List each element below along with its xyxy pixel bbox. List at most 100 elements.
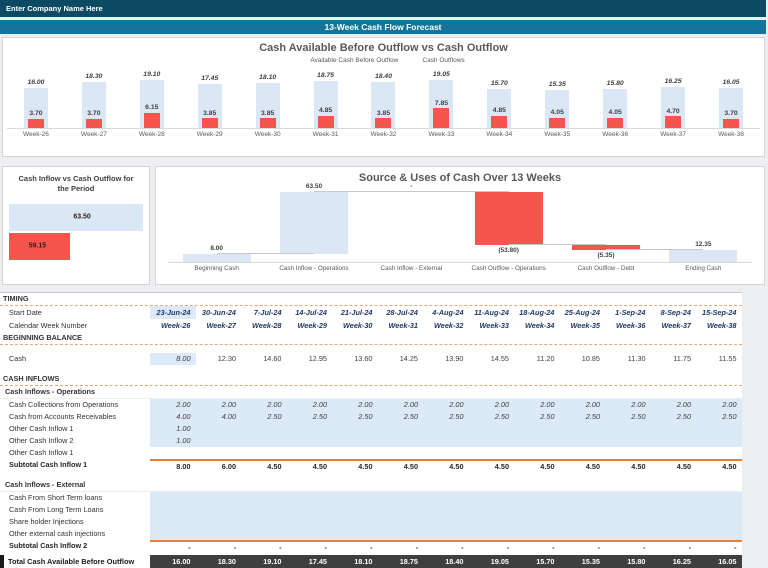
input-cell[interactable]: [241, 435, 287, 447]
input-cell[interactable]: 2.00: [468, 399, 514, 411]
input-cell[interactable]: 2.50: [377, 411, 423, 423]
input-cell[interactable]: 2.50: [468, 411, 514, 423]
input-cell[interactable]: [514, 504, 560, 516]
input-cell[interactable]: [195, 492, 241, 504]
input-cell[interactable]: [650, 528, 696, 540]
input-cell[interactable]: 2.50: [241, 411, 287, 423]
input-cell[interactable]: 1.00: [150, 423, 196, 435]
input-cell[interactable]: [423, 504, 469, 516]
input-cell[interactable]: [195, 423, 241, 435]
input-cell[interactable]: [696, 435, 742, 447]
input-cell[interactable]: [650, 504, 696, 516]
input-cell[interactable]: [514, 423, 560, 435]
input-cell[interactable]: [696, 516, 742, 528]
input-cell[interactable]: 2.00: [195, 399, 241, 411]
input-cell[interactable]: 2.00: [150, 399, 196, 411]
input-cell[interactable]: [650, 492, 696, 504]
input-cell[interactable]: [650, 516, 696, 528]
input-cell[interactable]: [286, 516, 332, 528]
input-cell[interactable]: [332, 528, 378, 540]
date-cell[interactable]: 23-Jun-24: [150, 306, 196, 319]
input-cell[interactable]: [195, 504, 241, 516]
input-cell[interactable]: [514, 516, 560, 528]
input-cell[interactable]: [150, 516, 196, 528]
input-cell[interactable]: [559, 528, 605, 540]
input-cell[interactable]: 4.00: [195, 411, 241, 423]
input-cell[interactable]: 2.00: [286, 399, 332, 411]
input-cell[interactable]: 2.50: [605, 411, 651, 423]
input-cell[interactable]: [559, 423, 605, 435]
input-cell[interactable]: [696, 528, 742, 540]
input-cell[interactable]: [559, 516, 605, 528]
input-cell[interactable]: [468, 435, 514, 447]
input-cell[interactable]: [150, 504, 196, 516]
input-cell[interactable]: [377, 435, 423, 447]
input-cell[interactable]: [468, 516, 514, 528]
input-cell[interactable]: [514, 492, 560, 504]
input-cell[interactable]: [377, 492, 423, 504]
input-cell[interactable]: 4.00: [150, 411, 196, 423]
input-cell[interactable]: [377, 504, 423, 516]
value-cell[interactable]: 8.00: [150, 353, 196, 365]
input-cell[interactable]: [468, 528, 514, 540]
input-cell[interactable]: 2.00: [423, 399, 469, 411]
input-cell[interactable]: [559, 435, 605, 447]
input-cell[interactable]: [423, 528, 469, 540]
input-cell[interactable]: 2.00: [650, 399, 696, 411]
input-cell[interactable]: [650, 423, 696, 435]
input-cell[interactable]: 2.00: [559, 399, 605, 411]
input-cell[interactable]: [150, 528, 196, 540]
input-cell[interactable]: [195, 435, 241, 447]
input-cell[interactable]: 2.50: [696, 411, 742, 423]
input-cell[interactable]: 2.50: [559, 411, 605, 423]
input-cell[interactable]: [241, 423, 287, 435]
input-cell[interactable]: [605, 504, 651, 516]
input-cell[interactable]: [423, 423, 469, 435]
input-cell[interactable]: [423, 492, 469, 504]
input-cell[interactable]: [559, 504, 605, 516]
input-cell[interactable]: [241, 492, 287, 504]
input-cell[interactable]: [195, 528, 241, 540]
input-cell[interactable]: 2.50: [514, 411, 560, 423]
input-cell[interactable]: [468, 504, 514, 516]
input-cell[interactable]: 2.00: [696, 399, 742, 411]
input-cell[interactable]: [468, 423, 514, 435]
input-cell[interactable]: [332, 492, 378, 504]
input-cell[interactable]: [605, 435, 651, 447]
input-cell[interactable]: [332, 504, 378, 516]
input-cell[interactable]: [650, 435, 696, 447]
input-cell[interactable]: 2.00: [377, 399, 423, 411]
input-cell[interactable]: [605, 528, 651, 540]
input-cell[interactable]: [286, 504, 332, 516]
input-cell[interactable]: [696, 492, 742, 504]
input-cell[interactable]: [286, 423, 332, 435]
input-cell[interactable]: [423, 435, 469, 447]
input-cell[interactable]: [332, 435, 378, 447]
input-cell[interactable]: [605, 492, 651, 504]
input-cell[interactable]: 2.00: [241, 399, 287, 411]
company-name-input[interactable]: Enter Company Name Here: [0, 0, 766, 17]
input-cell[interactable]: [332, 423, 378, 435]
input-cell[interactable]: [605, 423, 651, 435]
input-cell[interactable]: [286, 435, 332, 447]
input-cell[interactable]: 2.00: [514, 399, 560, 411]
input-cell[interactable]: 2.50: [286, 411, 332, 423]
input-cell[interactable]: [241, 516, 287, 528]
input-cell[interactable]: [605, 516, 651, 528]
input-cell[interactable]: [514, 528, 560, 540]
input-cell[interactable]: 2.50: [332, 411, 378, 423]
input-cell[interactable]: [423, 516, 469, 528]
input-cell[interactable]: 2.00: [332, 399, 378, 411]
input-cell[interactable]: [332, 516, 378, 528]
input-cell[interactable]: [514, 435, 560, 447]
input-cell[interactable]: [377, 528, 423, 540]
input-cell[interactable]: [150, 492, 196, 504]
input-cell[interactable]: [241, 528, 287, 540]
input-cell[interactable]: [241, 504, 287, 516]
input-cell[interactable]: [377, 423, 423, 435]
input-cell[interactable]: 2.50: [650, 411, 696, 423]
input-cell[interactable]: 2.50: [423, 411, 469, 423]
input-cell[interactable]: [559, 492, 605, 504]
input-cell[interactable]: [195, 516, 241, 528]
input-cell[interactable]: [696, 504, 742, 516]
